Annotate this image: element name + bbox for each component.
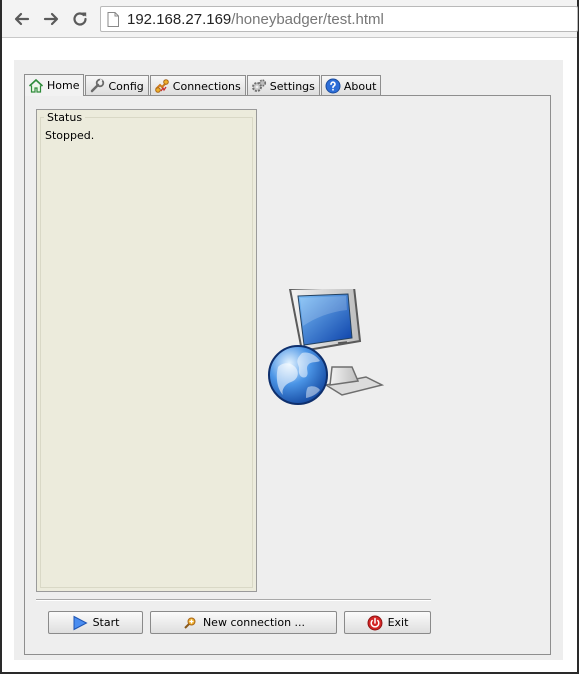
tab-connections-label: Connections <box>172 79 241 93</box>
home-icon <box>28 78 44 93</box>
status-text: Stopped. <box>45 129 95 142</box>
tab-bar: Home Config Connections Settings About <box>24 74 382 96</box>
tab-home[interactable]: Home <box>24 74 85 96</box>
new-connection-icon <box>184 617 196 629</box>
tab-config[interactable]: Config <box>85 75 149 96</box>
status-legend: Status <box>44 111 86 124</box>
page-icon <box>107 11 119 27</box>
exit-button-label: Exit <box>387 616 409 629</box>
start-button[interactable]: Start <box>48 611 143 634</box>
tab-config-label: Config <box>108 79 144 93</box>
new-connection-button[interactable]: New connection ... <box>150 611 337 634</box>
networked-computer-icon <box>268 289 385 405</box>
url-host: 192.168.27.169 <box>127 10 232 28</box>
status-panel: Status Stopped. <box>36 109 257 592</box>
url-path: /honeybadger/test.html <box>231 10 384 28</box>
start-button-label: Start <box>92 616 120 629</box>
forward-arrow-icon[interactable] <box>39 7 63 31</box>
connections-icon <box>154 79 169 93</box>
tab-about-label: About <box>343 79 377 93</box>
button-separator <box>36 599 431 601</box>
applet-container: Home Config Connections Settings About S… <box>14 60 563 660</box>
status-fieldset <box>40 117 253 588</box>
gears-icon <box>251 79 266 92</box>
tab-settings[interactable]: Settings <box>246 75 320 96</box>
home-panel: Status Stopped. Start New connection ...… <box>24 95 551 655</box>
play-icon <box>73 615 88 630</box>
exit-button[interactable]: Exit <box>344 611 431 634</box>
power-icon <box>367 615 383 630</box>
browser-window: 192.168.27.169/honeybadger/test.html Hom… <box>0 0 579 674</box>
tab-settings-label: Settings <box>269 79 315 93</box>
back-arrow-icon[interactable] <box>10 7 34 31</box>
new-connection-button-label: New connection ... <box>202 616 306 629</box>
tab-about[interactable]: About <box>320 75 382 96</box>
help-icon <box>325 78 341 94</box>
browser-toolbar: 192.168.27.169/honeybadger/test.html <box>2 0 578 38</box>
wrench-icon <box>91 78 105 93</box>
address-bar[interactable]: 192.168.27.169/honeybadger/test.html <box>100 6 578 32</box>
tab-home-label: Home <box>47 79 80 92</box>
reload-icon[interactable] <box>68 7 92 31</box>
tab-connections[interactable]: Connections <box>149 75 246 96</box>
